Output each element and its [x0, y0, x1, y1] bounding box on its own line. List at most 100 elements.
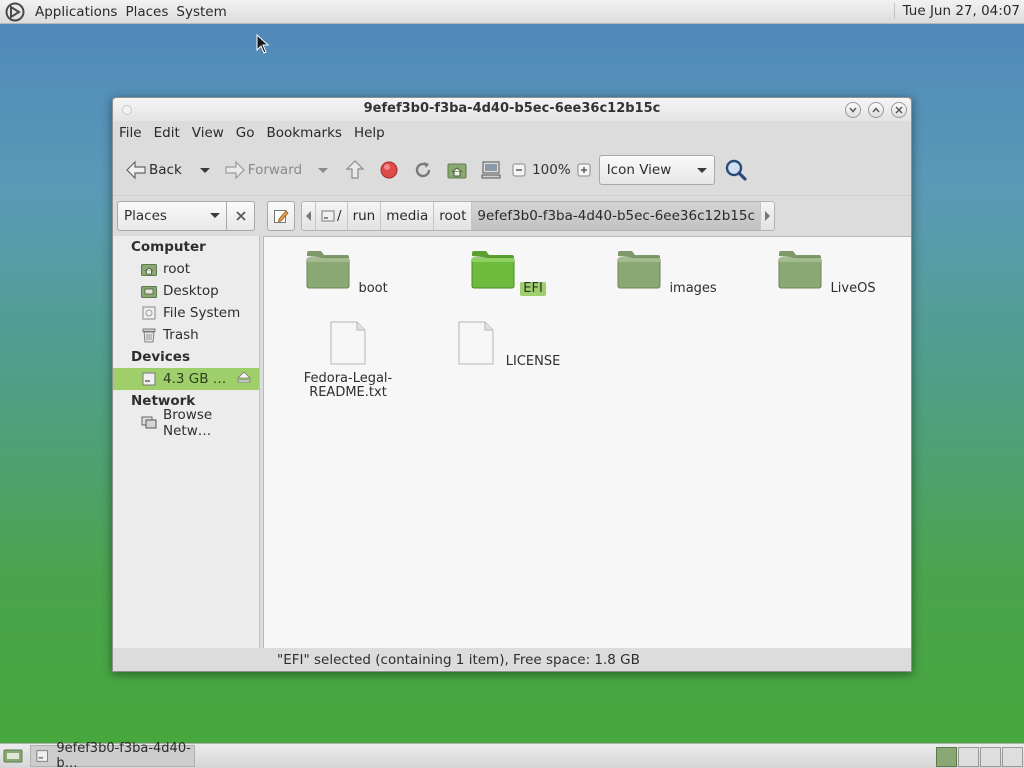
breadcrumb-scroll-right[interactable]	[761, 202, 774, 230]
workspace-2[interactable]	[958, 747, 979, 767]
file-name: images	[669, 281, 717, 296]
folder-efi[interactable]: EFI	[448, 248, 568, 296]
mouse-cursor-icon	[256, 34, 270, 54]
breadcrumb-run[interactable]: run	[348, 201, 382, 230]
file-name: boot	[358, 281, 388, 296]
taskbar-window-button[interactable]: 9efef3b0-f3ba-4d40-b…	[30, 741, 195, 768]
sidebar-mode-select[interactable]: Places	[117, 200, 227, 231]
drive-icon	[141, 306, 157, 320]
sidebar-item-trash[interactable]: Trash	[113, 324, 259, 346]
folder-icon	[306, 251, 350, 289]
forward-history-dropdown-icon[interactable]	[318, 167, 329, 173]
clock[interactable]: Tue Jun 27, 04:07	[893, 3, 1020, 19]
close-sidebar-button[interactable]	[227, 200, 255, 231]
breadcrumb-root[interactable]: /	[316, 201, 348, 230]
eject-icon[interactable]	[237, 371, 251, 387]
window-titlebar[interactable]: 9efef3b0-f3ba-4d40-b5ec-6ee36c12b15c	[113, 98, 911, 121]
file-view[interactable]: boot EFI images LiveOS Fedora-Legal- READ…	[263, 236, 911, 648]
show-desktop-icon[interactable]	[2, 746, 24, 766]
computer-icon	[478, 157, 504, 183]
file-license[interactable]: LICENSE	[448, 321, 568, 369]
computer-button[interactable]	[474, 154, 508, 186]
zoom-level: 100%	[532, 162, 571, 178]
menu-go[interactable]: Go	[230, 125, 261, 141]
stop-icon	[376, 157, 402, 183]
desktop-folder-icon	[141, 284, 157, 298]
search-button[interactable]	[719, 154, 753, 186]
back-arrow-icon	[123, 157, 149, 183]
menu-help[interactable]: Help	[348, 125, 391, 141]
home-folder-icon	[444, 157, 470, 183]
stop-button[interactable]	[372, 154, 406, 186]
sidebar-item-root[interactable]: root	[113, 258, 259, 280]
home-button[interactable]	[440, 154, 474, 186]
file-name: EFI	[520, 282, 546, 296]
sidebar-item-file-system[interactable]: File System	[113, 302, 259, 324]
back-button[interactable]: Back	[119, 154, 214, 186]
back-history-dropdown-icon[interactable]	[199, 167, 210, 173]
file-name: LiveOS	[830, 281, 876, 296]
menu-bookmarks[interactable]: Bookmarks	[261, 125, 348, 141]
forward-button[interactable]: Forward	[218, 154, 332, 186]
menu-file[interactable]: File	[113, 125, 148, 141]
toolbar: Back Forward 100% Icon View	[113, 146, 911, 194]
folder-boot[interactable]: boot	[288, 248, 408, 296]
sidebar-mode-dropdown-icon	[210, 213, 220, 218]
maximize-button[interactable]	[868, 102, 884, 118]
breadcrumb-current[interactable]: 9efef3b0-f3ba-4d40-b5ec-6ee36c12b15c	[472, 201, 761, 230]
folder-images[interactable]: images	[608, 248, 728, 296]
up-button[interactable]	[338, 154, 372, 186]
forward-label: Forward	[247, 162, 303, 178]
sidebar-item-device[interactable]: 4.3 GB …	[113, 368, 259, 390]
file-name: LICENSE	[505, 354, 561, 369]
minimize-button[interactable]	[845, 102, 861, 118]
status-bar: "EFI" selected (containing 1 item), Free…	[263, 648, 911, 671]
view-mode-value: Icon View	[606, 162, 672, 178]
sidebar-item-browse-network[interactable]: Browse Netw…	[113, 407, 259, 439]
close-icon	[235, 210, 246, 221]
trash-icon	[141, 328, 157, 342]
reload-icon	[410, 157, 436, 183]
text-file-icon	[458, 321, 494, 365]
toggle-location-entry-button[interactable]	[267, 200, 295, 231]
close-button[interactable]	[891, 102, 907, 118]
window-title: 9efef3b0-f3ba-4d40-b5ec-6ee36c12b15c	[363, 101, 661, 116]
folder-icon	[617, 251, 661, 289]
breadcrumb-scroll-left[interactable]	[302, 201, 316, 230]
reload-button[interactable]	[406, 154, 440, 186]
sidebar-item-desktop[interactable]: Desktop	[113, 280, 259, 302]
edit-pencil-icon	[274, 209, 289, 223]
distro-logo-icon[interactable]	[4, 1, 26, 23]
zoom-in-icon	[577, 163, 591, 177]
location-bar: Places / run media root 9efef3b0-f3ba-4d…	[113, 195, 911, 235]
system-menu[interactable]: System	[172, 4, 230, 20]
status-text: "EFI" selected (containing 1 item), Free…	[277, 651, 640, 668]
zoom-in-button[interactable]	[573, 154, 595, 186]
bottom-panel: 9efef3b0-f3ba-4d40-b…	[0, 741, 1024, 768]
drive-icon	[321, 210, 335, 221]
up-arrow-icon	[342, 157, 368, 183]
view-mode-select[interactable]: Icon View	[598, 155, 715, 185]
menubar: File Edit View Go Bookmarks Help	[113, 121, 911, 145]
breadcrumb: / run media root 9efef3b0-f3ba-4d40-b5ec…	[301, 200, 775, 231]
breadcrumb-root-user[interactable]: root	[434, 201, 473, 230]
breadcrumb-media[interactable]: media	[381, 201, 435, 230]
file-fedora-legal-readme[interactable]: Fedora-Legal- README.txt	[288, 321, 408, 400]
sidebar-heading-devices: Devices	[131, 349, 190, 365]
workspace-4[interactable]	[1002, 747, 1023, 767]
home-folder-icon	[141, 262, 157, 276]
folder-icon	[778, 251, 822, 289]
workspace-3[interactable]	[980, 747, 1001, 767]
places-sidebar: Computer root Desktop File System Trash …	[113, 236, 260, 648]
menu-edit[interactable]: Edit	[148, 125, 186, 141]
zoom-out-button[interactable]	[508, 154, 530, 186]
applications-menu[interactable]: Applications	[31, 4, 121, 20]
workspace-1[interactable]	[936, 747, 957, 767]
usb-drive-icon	[141, 372, 157, 386]
folder-liveos[interactable]: LiveOS	[768, 248, 888, 296]
sidebar-heading-computer: Computer	[131, 239, 206, 255]
drive-icon	[36, 750, 48, 762]
places-menu[interactable]: Places	[121, 4, 172, 20]
forward-arrow-icon	[222, 157, 248, 183]
menu-view[interactable]: View	[186, 125, 230, 141]
